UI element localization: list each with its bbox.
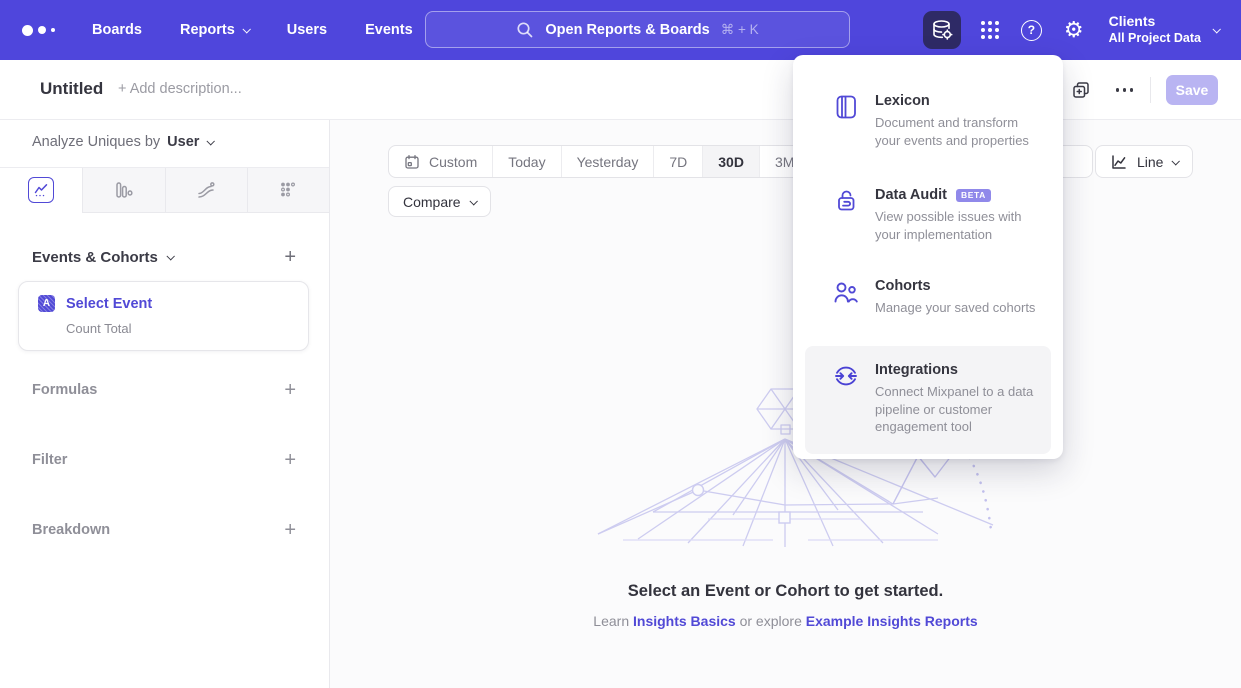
- analyze-label: Analyze Uniques by: [32, 134, 160, 150]
- nav-item-users[interactable]: Users: [287, 22, 327, 38]
- search-icon: [516, 21, 534, 39]
- breakdown-label: Breakdown: [32, 522, 110, 538]
- events-cohorts-header: Events & Cohorts +: [32, 247, 296, 267]
- search-placeholder: Open Reports & Boards: [545, 22, 709, 38]
- top-nav: Boards Reports Users Events Open Reports…: [0, 0, 1241, 60]
- example-insights-reports-link[interactable]: Example Insights Reports: [806, 613, 978, 629]
- range-custom[interactable]: Custom: [389, 146, 492, 177]
- menu-item-data-audit[interactable]: Data Audit BETA View possible issues wit…: [805, 177, 1051, 253]
- analyze-row: Analyze Uniques by User: [32, 134, 213, 150]
- project-selector[interactable]: Clients All Project Data: [1109, 13, 1219, 46]
- line-chart-icon: [1110, 153, 1128, 171]
- integrations-sync-icon: [832, 362, 860, 390]
- save-button[interactable]: Save: [1166, 75, 1218, 105]
- data-management-button[interactable]: [923, 11, 961, 49]
- formulas-section: Formulas +: [32, 380, 296, 400]
- select-event-label[interactable]: Select Event: [66, 296, 152, 312]
- analyze-by-dropdown[interactable]: User: [167, 134, 213, 150]
- range-today[interactable]: Today: [492, 146, 560, 177]
- apps-grid-button[interactable]: [981, 21, 999, 39]
- or-explore-text: or explore: [740, 613, 802, 629]
- event-card[interactable]: A Select Event Count Total: [18, 281, 309, 351]
- help-icon: ?: [1028, 23, 1035, 37]
- copy-icon: [1071, 80, 1091, 100]
- nav-links: Boards Reports Users Events: [92, 22, 413, 38]
- formulas-label: Formulas: [32, 382, 97, 398]
- filter-section: Filter +: [32, 450, 296, 470]
- count-total-dropdown[interactable]: Count Total: [66, 321, 308, 336]
- filter-label: Filter: [32, 452, 67, 468]
- menu-item-cohorts[interactable]: Cohorts Manage your saved cohorts: [805, 268, 1051, 327]
- chevron-down-icon: [1172, 157, 1180, 165]
- breakdown-section: Breakdown +: [32, 520, 296, 540]
- learn-prefix: Learn: [593, 613, 629, 629]
- chevron-down-icon: [166, 252, 174, 260]
- menu-item-lexicon[interactable]: Lexicon Document and transform your even…: [805, 83, 1051, 159]
- line-chart-icon: [28, 177, 54, 203]
- empty-state-title: Select an Event or Cohort to get started…: [330, 582, 1241, 601]
- date-range-control: Custom Today Yesterday 7D 30D 3M 6M: [388, 145, 861, 178]
- add-description-field[interactable]: + Add description...: [118, 81, 242, 97]
- gear-icon: ⚙: [1064, 17, 1084, 42]
- chart-type-tabs: [0, 167, 329, 213]
- nav-right-cluster: ? ⚙ Clients All Project Data: [923, 0, 1241, 60]
- chevron-down-icon: [207, 137, 215, 145]
- global-search-input[interactable]: Open Reports & Boards ⌘ + K: [425, 11, 850, 48]
- add-formula-button[interactable]: +: [284, 380, 296, 400]
- tab-line-chart[interactable]: [0, 168, 82, 213]
- range-yesterday[interactable]: Yesterday: [561, 146, 654, 177]
- divider: [1150, 77, 1151, 103]
- lexicon-book-icon: [832, 93, 860, 121]
- add-breakdown-button[interactable]: +: [284, 520, 296, 540]
- more-options-button[interactable]: [1116, 88, 1134, 92]
- insights-basics-link[interactable]: Insights Basics: [633, 613, 736, 629]
- add-filter-button[interactable]: +: [284, 450, 296, 470]
- range-7d[interactable]: 7D: [653, 146, 702, 177]
- empty-state-links: Learn Insights Basics or explore Example…: [330, 613, 1241, 629]
- nav-item-boards[interactable]: Boards: [92, 22, 142, 38]
- nav-item-reports[interactable]: Reports: [180, 22, 249, 38]
- tab-flow-chart[interactable]: [165, 168, 247, 213]
- scatter-chart-icon: [278, 180, 298, 200]
- event-series-badge: A: [38, 295, 55, 312]
- compare-dropdown[interactable]: Compare: [388, 186, 491, 217]
- chevron-down-icon: [469, 197, 477, 205]
- help-button[interactable]: ?: [1021, 20, 1042, 41]
- nav-item-events[interactable]: Events: [365, 22, 413, 38]
- tab-scatter-chart[interactable]: [247, 168, 329, 213]
- org-name: Clients: [1109, 13, 1201, 31]
- events-cohorts-dropdown[interactable]: Events & Cohorts: [32, 249, 173, 266]
- project-name: All Project Data: [1109, 31, 1201, 47]
- beta-badge: BETA: [956, 189, 991, 203]
- query-builder-sidebar: Analyze Uniques by User: [0, 120, 330, 688]
- database-gear-icon: [930, 18, 954, 42]
- cohorts-users-icon: [832, 278, 860, 306]
- range-30d-selected[interactable]: 30D: [702, 146, 759, 177]
- flow-chart-icon: [196, 180, 216, 200]
- calendar-icon: [404, 154, 420, 170]
- chevron-down-icon: [1212, 25, 1220, 33]
- settings-button[interactable]: ⚙: [1064, 19, 1084, 41]
- mixpanel-logo-icon[interactable]: [22, 25, 55, 36]
- header-actions: Save: [1071, 60, 1219, 120]
- duplicate-report-button[interactable]: [1071, 80, 1091, 100]
- bar-chart-icon: [114, 180, 134, 200]
- menu-item-integrations[interactable]: Integrations Connect Mixpanel to a data …: [805, 346, 1051, 454]
- data-audit-icon: [832, 187, 860, 215]
- chart-style-dropdown[interactable]: Line: [1095, 145, 1193, 178]
- chevron-down-icon: [242, 25, 250, 33]
- report-title[interactable]: Untitled: [40, 79, 103, 99]
- report-canvas: Custom Today Yesterday 7D 30D 3M 6M Comp…: [330, 120, 1241, 688]
- search-shortcut: ⌘ + K: [721, 22, 759, 38]
- data-management-menu: Lexicon Document and transform your even…: [793, 55, 1063, 459]
- tab-bar-chart[interactable]: [82, 168, 164, 213]
- add-event-button[interactable]: +: [284, 247, 296, 267]
